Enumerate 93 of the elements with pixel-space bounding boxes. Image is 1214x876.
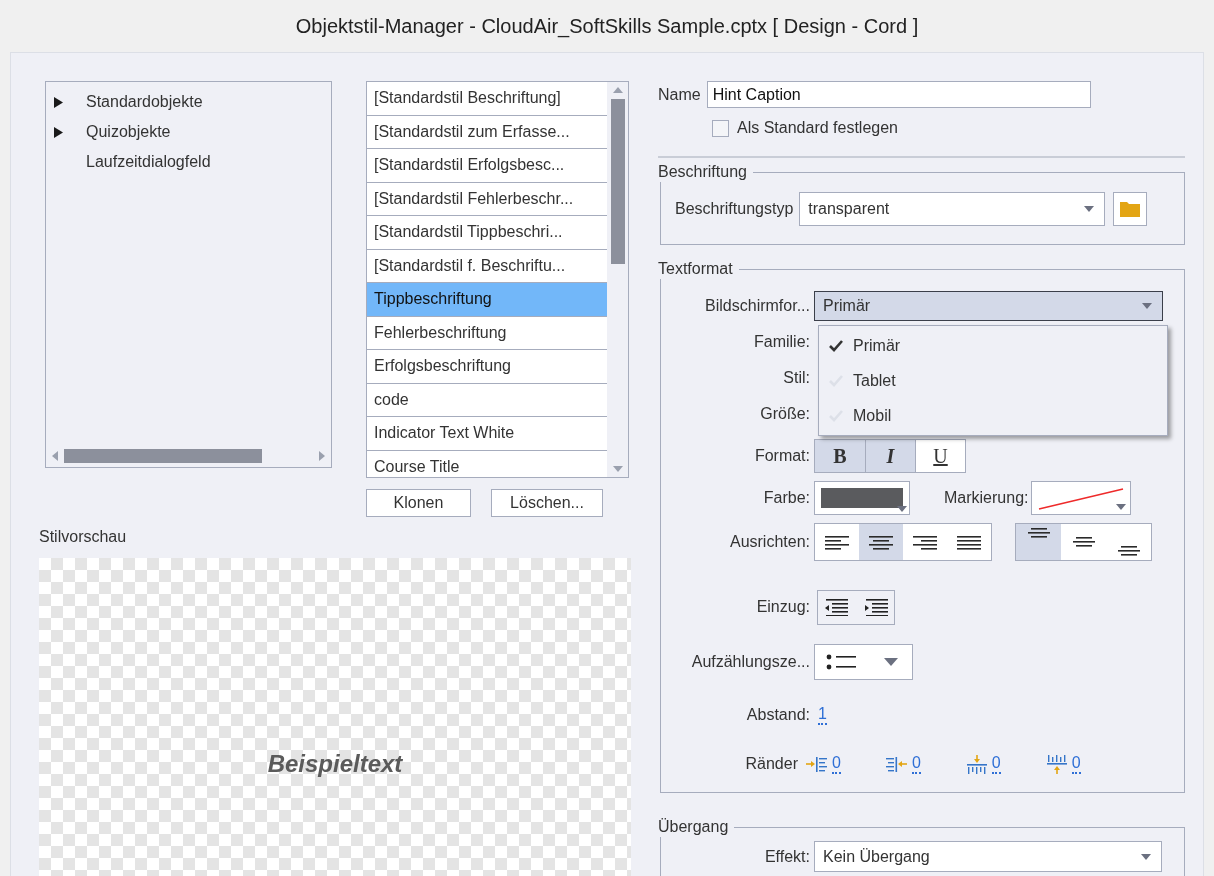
tree-item[interactable]: Quizobjekte	[86, 120, 171, 144]
name-field[interactable]: Hint Caption	[706, 81, 1091, 108]
align-center-icon	[869, 533, 893, 551]
underline-button[interactable]: U	[915, 440, 965, 472]
field-label: Effekt:	[764, 846, 810, 867]
align-left-icon	[825, 533, 849, 551]
field-label: Ausrichten:	[729, 532, 810, 552]
menu-item-label: Mobil	[853, 405, 892, 426]
combo-value: transparent	[808, 198, 891, 219]
margin-value[interactable]: 0	[1071, 754, 1081, 774]
color-picker[interactable]	[814, 481, 910, 515]
sample-text: Beispieltext	[267, 749, 403, 779]
margin-right-icon	[885, 754, 908, 774]
caption-type-dropdown[interactable]: transparent	[799, 191, 1106, 226]
style-list-item[interactable]: Tippbeschriftung	[367, 283, 607, 317]
group-title: Textformat	[658, 259, 739, 279]
valign-top-icon	[1027, 528, 1050, 538]
field-label: Einzug:	[756, 597, 810, 617]
italic-button[interactable]: I	[865, 440, 915, 472]
field-label: Markierung:	[944, 488, 1029, 508]
decrease-indent-icon[interactable]	[824, 598, 848, 616]
style-list-item[interactable]: [Standardstil Beschriftung]	[367, 82, 607, 116]
align-justify-icon	[957, 533, 981, 551]
preview-label: Stilvorschau	[39, 527, 127, 547]
menu-item-label: Tablet	[853, 370, 896, 391]
increase-indent-icon[interactable]	[864, 598, 888, 616]
field-label: Farbe:	[763, 488, 810, 508]
scroll-left-icon	[52, 451, 58, 461]
folder-icon	[1120, 200, 1141, 217]
bullet-dropdown[interactable]	[814, 644, 913, 680]
field-label: Stil:	[783, 368, 810, 388]
expand-icon	[54, 96, 63, 108]
delete-button[interactable]: Löschen...	[491, 489, 603, 517]
margin-top-icon	[965, 754, 988, 774]
dropdown-caret-icon	[1142, 303, 1152, 309]
screen-format-dropdown[interactable]: Primär	[814, 291, 1163, 321]
group-title: Beschriftung	[658, 162, 753, 182]
tree-item[interactable]: Standardobjekte	[86, 90, 203, 114]
align-center-button[interactable]	[859, 524, 903, 560]
margin-left-icon	[806, 754, 828, 774]
effect-dropdown[interactable]: Kein Übergang	[814, 841, 1162, 872]
dropdown-caret-icon	[1141, 853, 1151, 860]
valign-middle-icon	[1072, 537, 1095, 547]
style-list-item[interactable]: Fehlerbeschriftung	[367, 316, 607, 350]
checkbox-label: Als Standard festlegen	[737, 118, 898, 138]
spacing-value[interactable]: 1	[818, 705, 827, 725]
clone-button[interactable]: Klonen	[366, 489, 471, 517]
align-right-icon	[913, 533, 937, 551]
bold-button[interactable]: B	[815, 440, 865, 472]
field-label: Format:	[754, 446, 810, 466]
style-list-item[interactable]: Erfolgsbeschriftung	[367, 350, 607, 384]
field-label: Aufzählungsze...	[691, 652, 810, 672]
dropdown-caret-icon	[1084, 205, 1095, 212]
scroll-up-icon	[612, 87, 623, 93]
window-title: Objektstil-Manager - CloudAir_SoftSkills Sample.cptx [ Design - Cord ]	[295, 14, 919, 40]
valign-top-button[interactable]	[1016, 524, 1061, 560]
expand-icon	[54, 126, 63, 138]
style-list-item[interactable]: Course Title	[367, 450, 607, 477]
combo-value: Kein Übergang	[823, 846, 931, 867]
menu-item[interactable]: Tablet	[819, 363, 1167, 398]
name-label: Name	[658, 84, 701, 105]
margin-value[interactable]: 0	[991, 754, 1001, 774]
margin-value[interactable]: 0	[832, 754, 841, 774]
field-label: Beschriftungstyp	[675, 198, 794, 219]
style-list-item[interactable]: [Standardstil zum Erfasse...	[367, 115, 607, 149]
dropdown-caret-icon	[884, 658, 898, 666]
style-list-item[interactable]: Indicator Text White	[367, 417, 607, 451]
field-label: Abstand:	[746, 705, 810, 725]
dropdown-caret-icon	[897, 506, 907, 512]
menu-item[interactable]: Primär	[819, 328, 1167, 363]
highlight-picker[interactable]	[1031, 481, 1132, 515]
field-label: Ränder	[745, 754, 798, 774]
margin-bottom-icon	[1045, 754, 1068, 774]
field-label: Familie:	[754, 332, 810, 352]
tree-item[interactable]: Laufzeitdialogfeld	[86, 150, 211, 174]
dropdown-caret-icon	[1116, 504, 1127, 510]
scroll-down-icon	[612, 466, 623, 472]
style-list-item[interactable]: code	[367, 383, 607, 417]
valign-bottom-icon	[1117, 546, 1140, 556]
bullet-list-icon	[826, 654, 856, 670]
style-list-item[interactable]: [Standardstil Fehlerbeschr...	[367, 182, 607, 216]
margin-value[interactable]: 0	[911, 754, 921, 774]
menu-item-label: Primär	[853, 335, 901, 356]
scroll-right-icon	[319, 451, 325, 461]
checkbox[interactable]	[712, 119, 729, 137]
style-list-item[interactable]: [Standardstil f. Beschriftu...	[367, 249, 607, 283]
combo-value: Primär	[823, 296, 872, 316]
group-title: Übergang	[658, 817, 735, 837]
field-label: Größe:	[760, 404, 810, 424]
menu-item[interactable]: Mobil	[819, 398, 1167, 433]
style-list-item[interactable]: [Standardstil Tippbeschri...	[367, 216, 607, 250]
field-label: Bildschirmfor...	[705, 296, 810, 316]
style-list-item[interactable]: [Standardstil Erfolgsbesc...	[367, 149, 607, 183]
